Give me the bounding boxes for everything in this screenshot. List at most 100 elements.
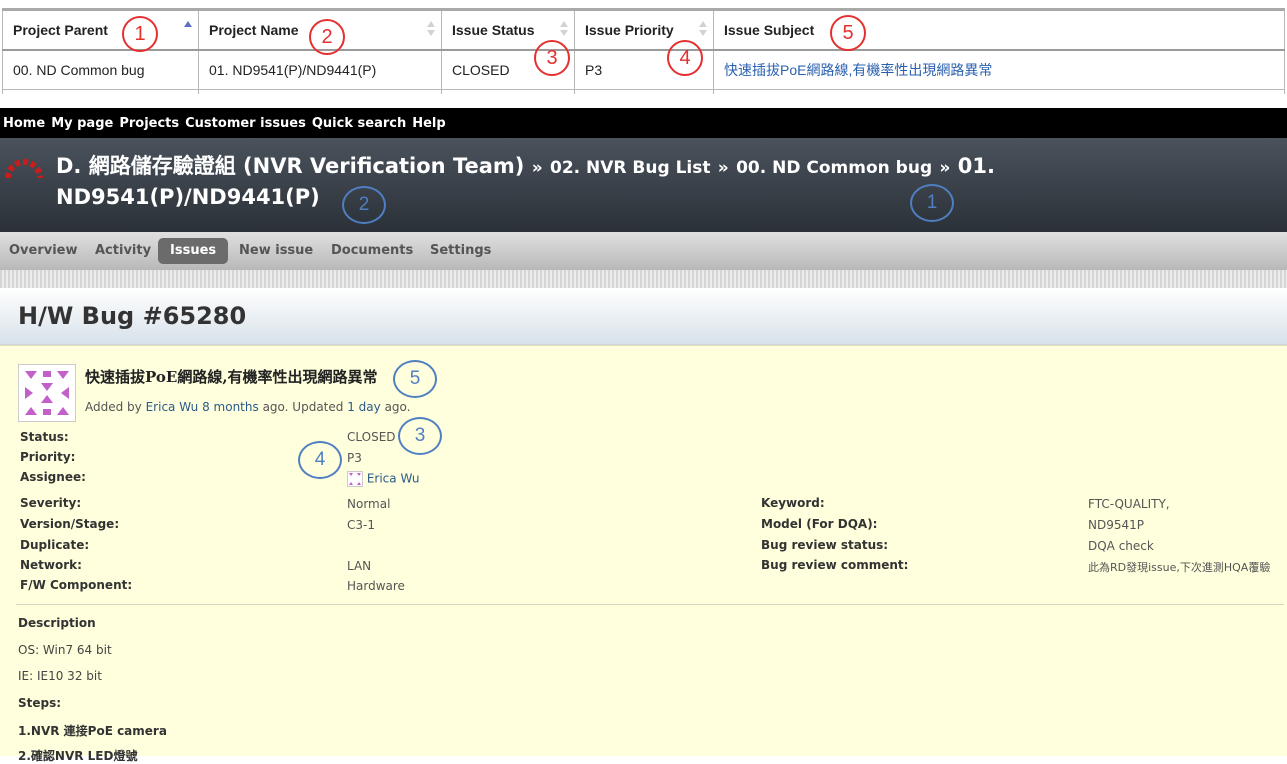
breadcrumb-separator: » <box>717 158 729 178</box>
issue-details: 快速插拔PoE網路線,有機率性出現網路異常 Added by Erica Wu … <box>0 345 1287 763</box>
callout-2-blue: 2 <box>342 186 386 224</box>
top-menu-projects[interactable]: Projects <box>119 116 179 131</box>
attr-label: Version/Stage: <box>20 517 120 531</box>
attr-value: CLOSED <box>347 430 396 444</box>
project-tabs: Overview Activity Issues New issue Docum… <box>0 232 1287 270</box>
updated-label: ago. Updated <box>262 400 344 414</box>
sort-icon[interactable] <box>427 21 435 37</box>
logo-icon <box>5 159 43 179</box>
callout-3-blue: 3 <box>398 417 442 455</box>
callout-1-blue: 1 <box>910 184 954 222</box>
col-issue-subject[interactable]: Issue Subject <box>713 8 1285 51</box>
attr-review-status-value: DQA check <box>1088 539 1154 553</box>
attr-duplicate: Duplicate: <box>20 538 89 552</box>
callout-4-blue: 4 <box>298 441 342 479</box>
breadcrumb-root[interactable]: D. 網路儲存驗證組 (NVR Verification Team) <box>56 154 524 178</box>
attr-label: Model (For DQA): <box>761 517 878 531</box>
attr-label: Bug review comment: <box>761 558 909 572</box>
attr-priority: Priority: <box>20 450 75 464</box>
attr-model-value: ND9541P <box>1088 518 1144 532</box>
top-menu-help[interactable]: Help <box>412 116 445 131</box>
description-os: OS: Win7 64 bit <box>18 643 112 657</box>
created-age-link[interactable]: 8 months <box>202 400 259 414</box>
attr-fw-component: F/W Component: <box>20 578 132 592</box>
breadcrumb-separator: » <box>939 158 951 178</box>
callout-4-red: 4 <box>667 40 703 76</box>
tab-documents[interactable]: Documents <box>319 238 425 264</box>
author-link[interactable]: Erica Wu <box>146 400 199 414</box>
callout-5-red: 5 <box>830 15 866 51</box>
issue-title-bar: H/W Bug #65280 <box>0 288 1287 345</box>
attr-value: LAN <box>347 559 372 573</box>
sort-asc-icon[interactable] <box>184 21 192 37</box>
attr-severity: Severity: <box>20 496 81 510</box>
header-label: Issue Status <box>452 22 535 38</box>
top-menu: Home My page Projects Customer issues Qu… <box>0 108 1287 138</box>
project-header: D. 網路儲存驗證組 (NVR Verification Team) » 02.… <box>0 138 1287 232</box>
callout-2-red: 2 <box>309 19 345 55</box>
sort-icon[interactable] <box>699 21 707 37</box>
attr-label: Priority: <box>20 450 76 464</box>
attr-version-value: C3-1 <box>347 518 375 532</box>
top-menu-quick-search[interactable]: Quick search <box>312 116 406 131</box>
attr-priority-value: P3 <box>347 451 362 465</box>
sort-icon[interactable] <box>560 21 568 37</box>
callout-1-red: 1 <box>122 16 158 52</box>
breadcrumb-nd-common-bug[interactable]: 00. ND Common bug <box>736 158 932 178</box>
top-menu-customer-issues[interactable]: Customer issues <box>185 116 306 131</box>
attr-review-status: Bug review status: <box>761 538 888 552</box>
updated-age-link[interactable]: 1 day <box>347 400 381 414</box>
attr-label: Network: <box>20 558 82 572</box>
tab-issues[interactable]: Issues <box>158 238 229 264</box>
attr-fw-component-value: Hardware <box>347 579 405 593</box>
attr-severity-value: Normal <box>347 497 390 511</box>
attr-review-comment: Bug review comment: <box>761 558 908 572</box>
page-title: H/W Bug #65280 <box>18 302 247 330</box>
tab-overview[interactable]: Overview <box>0 238 90 264</box>
tab-settings[interactable]: Settings <box>418 238 503 264</box>
cell-project-parent: 00. ND Common bug <box>2 49 199 90</box>
assignee-avatar-icon <box>347 471 363 487</box>
attr-model: Model (For DQA): <box>761 517 877 531</box>
attr-value: ND9541P <box>1088 518 1144 532</box>
header-label: Project Parent <box>13 22 108 38</box>
attr-value: P3 <box>347 451 362 465</box>
header-label: Issue Priority <box>585 22 674 38</box>
issue-query-table: Project Parent Project Name Issue Status… <box>2 8 1285 94</box>
attr-value: 此為RD發現issue,下次進測HQA覆驗 <box>1088 561 1271 574</box>
issue-subject-link[interactable]: 快速插拔PoE網路線,有機率性出現網路異常 <box>724 62 992 78</box>
callout-5-blue: 5 <box>393 360 437 398</box>
attr-label: Bug review status: <box>761 538 889 552</box>
description-heading: Description <box>18 616 96 630</box>
attr-network: Network: <box>20 558 82 572</box>
step-1: 1.NVR 連接PoE camera <box>18 724 167 738</box>
top-menu-my-page[interactable]: My page <box>51 116 113 131</box>
steps-heading: Steps: <box>18 696 62 710</box>
attr-value: Hardware <box>347 579 405 593</box>
attr-network-value: LAN <box>347 559 371 573</box>
attr-review-comment-value: 此為RD發現issue,下次進測HQA覆驗 <box>1088 559 1270 575</box>
top-menu-home[interactable]: Home <box>3 116 45 131</box>
cell-issue-subject[interactable]: 快速插拔PoE網路線,有機率性出現網路異常 <box>713 49 1285 90</box>
attr-value: DQA check <box>1088 539 1154 553</box>
divider <box>0 270 1287 288</box>
tab-new-issue[interactable]: New issue <box>227 238 325 264</box>
issue-subject: 快速插拔PoE網路線,有機率性出現網路異常 <box>85 368 378 386</box>
breadcrumb-nvr-bug-list[interactable]: 02. NVR Bug List <box>550 158 710 178</box>
avatar-icon <box>18 364 76 422</box>
col-project-parent[interactable]: Project Parent <box>2 8 199 51</box>
attr-label: Assignee: <box>20 470 86 484</box>
tab-activity[interactable]: Activity <box>83 238 163 264</box>
divider <box>16 604 1284 605</box>
assignee-link[interactable]: Erica Wu <box>367 472 420 486</box>
header-label: Issue Subject <box>724 22 815 38</box>
attr-keyword-value: FTC-QUALITY, <box>1088 497 1170 511</box>
attr-label: Keyword: <box>761 496 825 510</box>
added-by-label: Added by <box>85 400 142 414</box>
attr-status: Status: <box>20 430 69 444</box>
project-breadcrumb: D. 網路儲存驗證組 (NVR Verification Team) » 02.… <box>56 152 1056 212</box>
issue-author-line: Added by Erica Wu 8 months ago. Updated … <box>85 400 411 414</box>
attr-label: Status: <box>20 430 69 444</box>
attr-value: FTC-QUALITY, <box>1088 497 1170 511</box>
attr-status-value: CLOSED <box>347 430 396 444</box>
